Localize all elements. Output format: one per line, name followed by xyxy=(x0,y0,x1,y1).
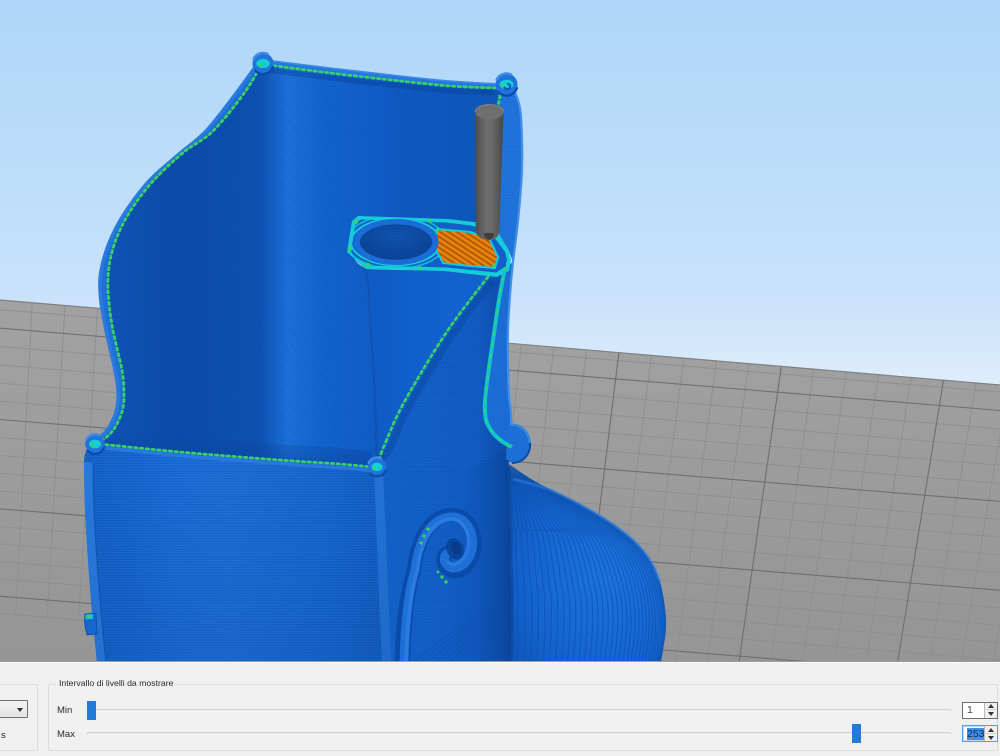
spin-down-icon xyxy=(988,712,994,716)
max-spin-value: 253 xyxy=(967,728,985,740)
gcode-preview-viewport[interactable] xyxy=(0,0,1000,662)
min-label: Min xyxy=(57,705,72,716)
max-slider-track[interactable] xyxy=(87,732,951,735)
combo-arrow-icon xyxy=(17,708,23,712)
min-spin-up-button[interactable] xyxy=(984,703,997,711)
spin-up-icon xyxy=(988,728,994,732)
min-spin-value: 1 xyxy=(967,704,973,716)
max-spin-down-button[interactable] xyxy=(984,734,997,742)
min-slider-thumb[interactable] xyxy=(87,701,96,720)
min-spinbox[interactable]: 1 xyxy=(962,702,998,719)
max-label: Max xyxy=(57,729,75,740)
left-horn xyxy=(253,53,274,74)
model-tab xyxy=(85,613,97,635)
min-spin-down-button[interactable] xyxy=(984,710,997,718)
left-rim-knob xyxy=(85,434,105,454)
min-slider-track[interactable] xyxy=(87,709,951,712)
max-spin-up-button[interactable] xyxy=(984,726,997,734)
spin-down-icon xyxy=(988,736,994,740)
right-horn xyxy=(496,73,518,95)
support-pillar xyxy=(475,105,503,240)
left-partial-combobox[interactable] xyxy=(0,700,28,718)
min-slider[interactable] xyxy=(87,701,951,720)
layer-range-group-label: Intervallo di livelli da mostrare xyxy=(56,678,176,688)
layer-view-panel: s Intervallo di livelli da mostrare Min … xyxy=(0,662,1000,756)
max-spinbox[interactable]: 253 xyxy=(962,725,998,742)
left-partial-label: s xyxy=(1,730,6,741)
right-rim-knob xyxy=(368,458,387,477)
spin-up-icon xyxy=(988,704,994,708)
max-slider[interactable] xyxy=(87,724,951,743)
max-slider-thumb[interactable] xyxy=(852,724,861,743)
